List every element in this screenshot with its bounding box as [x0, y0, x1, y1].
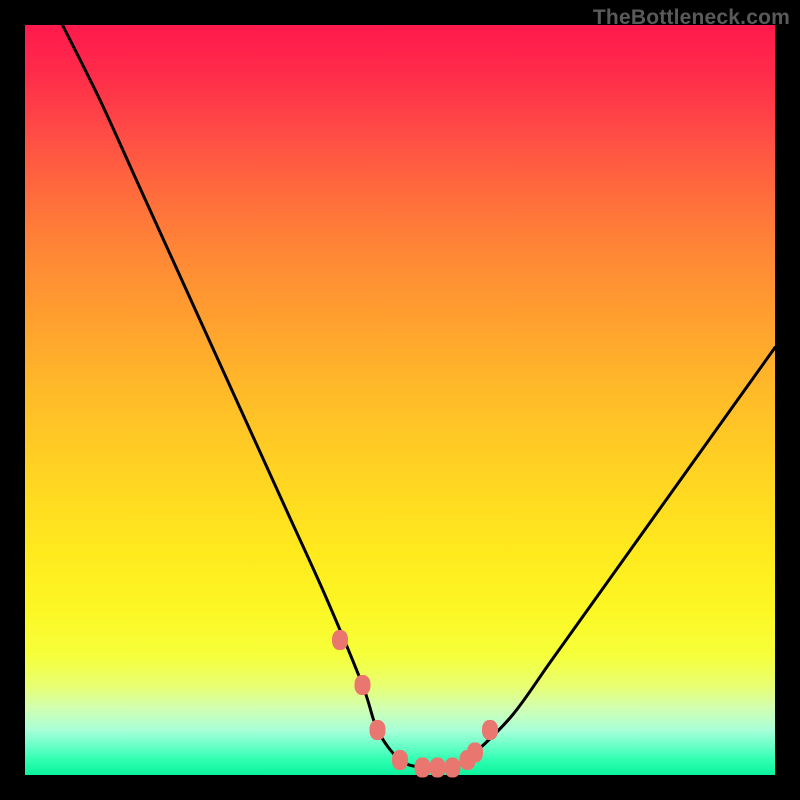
bottleneck-curve — [63, 25, 776, 769]
watermark-text: TheBottleneck.com — [593, 6, 790, 30]
highlight-marker — [415, 758, 431, 778]
chart-svg — [25, 25, 775, 775]
highlight-marker — [332, 630, 348, 650]
highlight-marker — [430, 758, 446, 778]
highlight-marker — [392, 750, 408, 770]
highlight-marker — [355, 675, 371, 695]
marker-layer — [332, 630, 498, 778]
highlight-marker — [467, 743, 483, 763]
highlight-marker — [445, 758, 461, 778]
chart-frame: TheBottleneck.com — [0, 0, 800, 800]
curve-layer — [63, 25, 776, 769]
highlight-marker — [370, 720, 386, 740]
highlight-marker — [482, 720, 498, 740]
